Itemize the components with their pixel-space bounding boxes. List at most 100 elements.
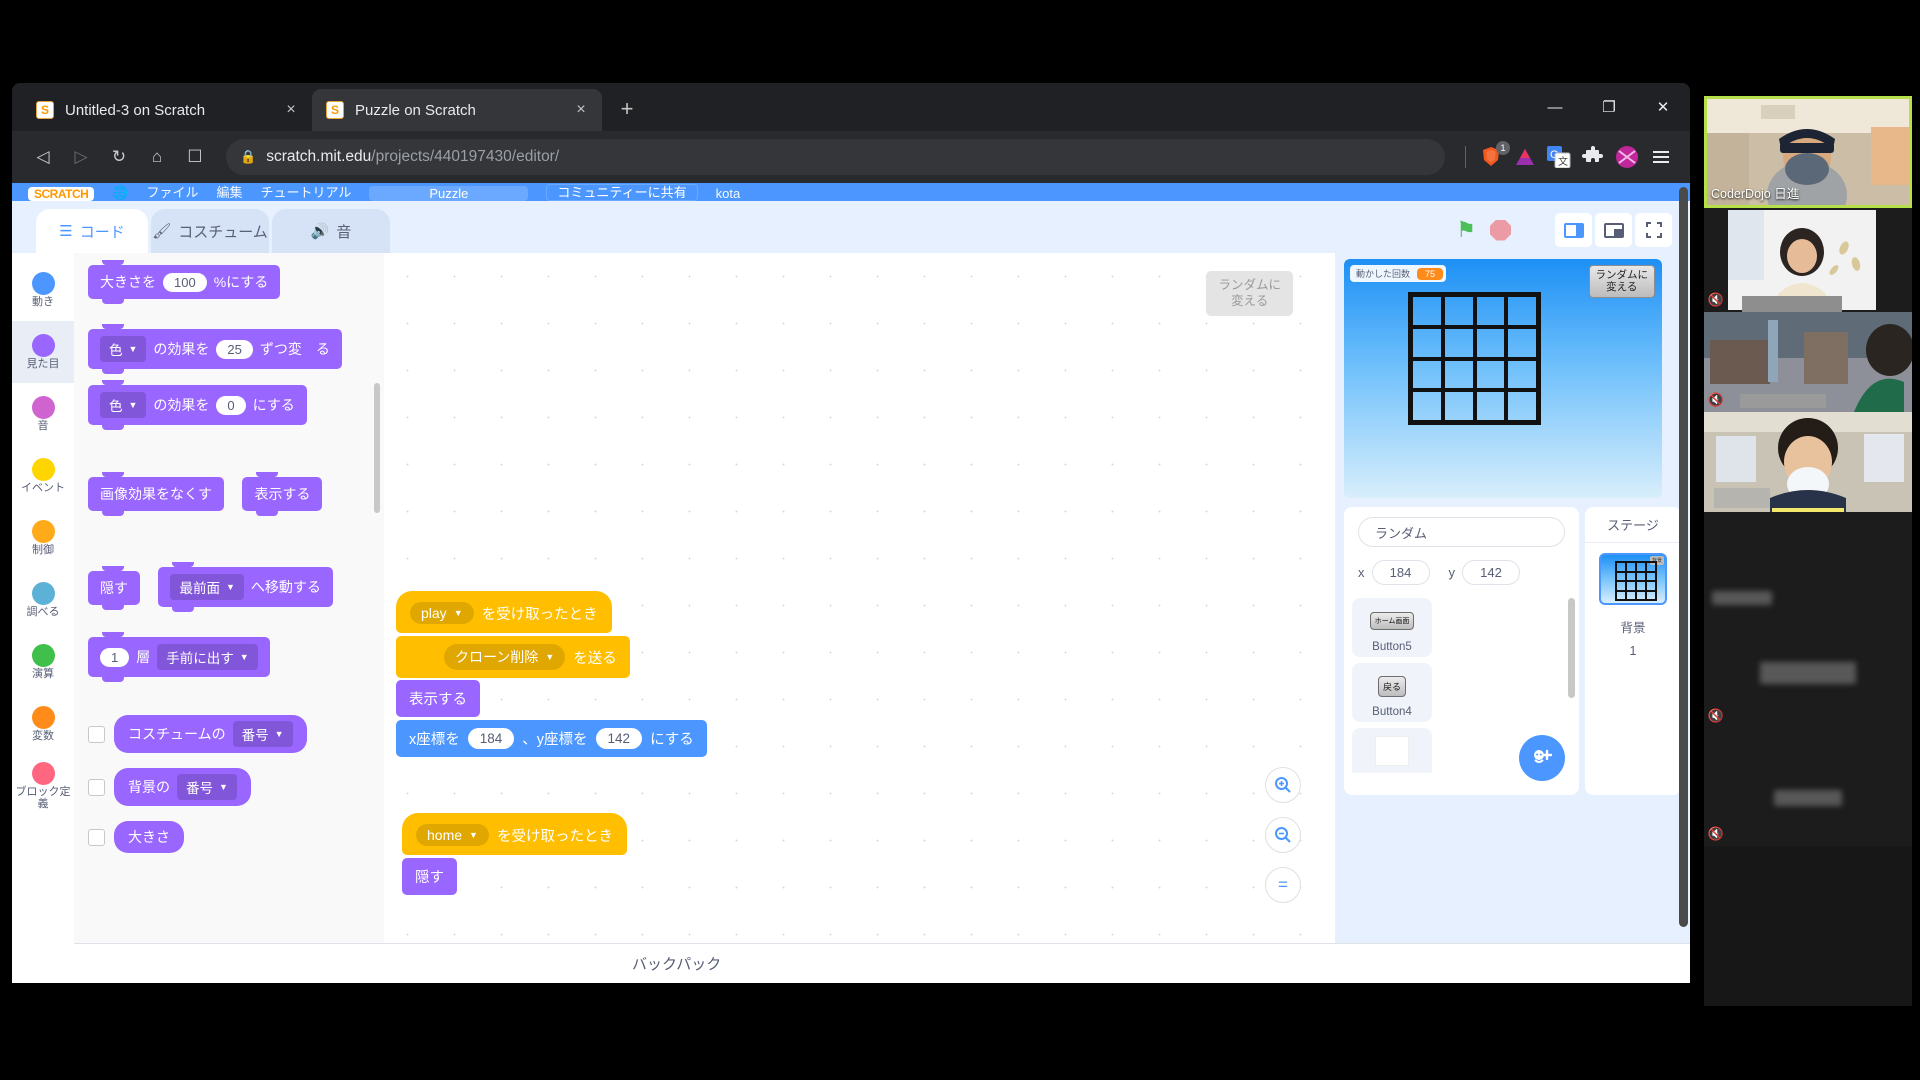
- add-sprite-icon[interactable]: [1519, 735, 1565, 781]
- block-input[interactable]: 0: [216, 395, 246, 415]
- user-menu[interactable]: kota: [716, 186, 741, 201]
- monitor-checkbox[interactable]: [88, 725, 105, 743]
- tab-sounds[interactable]: 🔊 音: [272, 209, 390, 253]
- block-when-receive-play[interactable]: play ▼ を受け取ったとき: [396, 591, 612, 633]
- video-tile-active-speaker[interactable]: CoderDojo 日進: [1704, 96, 1912, 208]
- palette-block-backdrop-number[interactable]: 背景の 番号 ▼: [114, 768, 251, 806]
- brave-shields-icon[interactable]: 1: [1476, 141, 1510, 172]
- zoom-in-button[interactable]: [1265, 767, 1301, 803]
- block-dropdown[interactable]: 番号 ▼: [177, 774, 237, 800]
- block-dropdown[interactable]: home ▼: [416, 824, 489, 846]
- code-workspace[interactable]: ランダムに 変える play ▼ を受け取ったとき クローン削除 ▼ を送る 表…: [384, 253, 1335, 983]
- palette-block-clear-effects[interactable]: 画像効果をなくす: [88, 472, 224, 516]
- grid-cell[interactable]: [1411, 390, 1443, 422]
- menu-tutorials[interactable]: チュートリアル: [261, 183, 352, 201]
- backpack-bar[interactable]: バックパック: [12, 943, 1690, 983]
- grid-cell[interactable]: [1411, 295, 1443, 327]
- menu-file[interactable]: ファイル: [146, 183, 198, 201]
- category-looks[interactable]: 見た目: [12, 321, 74, 383]
- palette-block-change-effect[interactable]: 色 ▼ の効果を 25 ずつ変 る: [88, 324, 342, 374]
- tab-costumes[interactable]: 🖌 コスチューム: [151, 209, 269, 253]
- block-show[interactable]: 表示する: [396, 680, 480, 717]
- scratch-logo[interactable]: SCRATCH: [28, 187, 95, 201]
- grid-cell[interactable]: [1474, 326, 1507, 359]
- block-input[interactable]: 100: [163, 272, 207, 292]
- sprite-item-button4[interactable]: 戻る Button4: [1352, 663, 1432, 722]
- grid-cell[interactable]: [1442, 390, 1475, 422]
- grid-cell[interactable]: [1442, 295, 1475, 327]
- palette-block-set-size[interactable]: 大きさを 100 %にする: [88, 260, 281, 304]
- block-dropdown[interactable]: 色 ▼: [100, 392, 147, 418]
- palette-block-hide[interactable]: 隠す: [88, 566, 140, 610]
- monitor-checkbox[interactable]: [88, 828, 105, 846]
- sprite-name-input[interactable]: ランダム: [1358, 517, 1565, 547]
- browser-menu-icon[interactable]: [1646, 142, 1676, 172]
- monitor-checkbox[interactable]: [88, 778, 105, 796]
- category-events[interactable]: イベント: [12, 445, 74, 507]
- block-dropdown[interactable]: 色 ▼: [100, 336, 147, 362]
- block-set-xy[interactable]: x座標を 184 、y座標を 142 にする: [396, 720, 707, 757]
- category-my-blocks[interactable]: ブロック定義: [12, 755, 74, 817]
- page-scrollbar[interactable]: [1679, 187, 1688, 927]
- brave-rewards-icon[interactable]: [1510, 142, 1540, 172]
- grid-cell[interactable]: [1506, 390, 1538, 422]
- grid-cell[interactable]: [1442, 358, 1475, 391]
- block-dropdown[interactable]: 番号 ▼: [232, 721, 293, 747]
- sprite-list-scrollbar[interactable]: [1568, 598, 1575, 698]
- home-icon[interactable]: ⌂: [140, 140, 174, 174]
- category-operators[interactable]: 演算: [12, 631, 74, 693]
- stage-randomize-button[interactable]: ランダムに 変える: [1588, 265, 1655, 298]
- video-tile-7[interactable]: 🔇: [1704, 728, 1912, 846]
- grid-cell[interactable]: [1474, 390, 1507, 422]
- extensions-puzzle-icon[interactable]: [1578, 142, 1608, 172]
- category-variables[interactable]: 変数: [12, 693, 74, 755]
- block-input-y[interactable]: 142: [595, 728, 643, 749]
- fullscreen-icon[interactable]: [1635, 213, 1672, 247]
- block-hide[interactable]: 隠す: [402, 858, 457, 895]
- project-name-input[interactable]: Puzzle: [369, 186, 529, 201]
- close-icon[interactable]: ×: [280, 99, 302, 121]
- green-flag-icon[interactable]: ⚑: [1456, 217, 1476, 243]
- close-window-icon[interactable]: ✕: [1636, 83, 1690, 131]
- backdrop-thumbnail[interactable]: 背景: [1599, 553, 1667, 605]
- grid-cell[interactable]: [1442, 326, 1475, 359]
- tab-code[interactable]: ☰ コード: [36, 209, 148, 253]
- google-translate-icon[interactable]: G 文: [1544, 142, 1574, 172]
- zoom-reset-button[interactable]: =: [1265, 867, 1301, 903]
- block-input[interactable]: 25: [216, 339, 253, 359]
- grid-cell[interactable]: [1506, 295, 1538, 327]
- zoom-out-button[interactable]: [1265, 817, 1301, 853]
- sprite-item-sprite[interactable]: スプライ...: [1352, 728, 1432, 773]
- palette-block-size[interactable]: 大きさ: [114, 821, 184, 853]
- palette-block-costume-number[interactable]: コスチュームの 番号 ▼: [114, 715, 307, 753]
- reload-icon[interactable]: ↻: [102, 140, 136, 174]
- category-motion[interactable]: 動き: [12, 259, 74, 321]
- palette-scrollbar[interactable]: [374, 383, 380, 513]
- category-sound[interactable]: 音: [12, 383, 74, 445]
- block-dropdown[interactable]: クローン削除 ▼: [444, 644, 566, 670]
- palette-block-show[interactable]: 表示する: [242, 472, 323, 516]
- variable-monitor[interactable]: 動かした回数 75: [1350, 265, 1447, 282]
- maximize-icon[interactable]: ❐: [1582, 83, 1636, 131]
- forward-icon[interactable]: ▷: [64, 140, 98, 174]
- block-dropdown[interactable]: 手前に出す ▼: [157, 644, 258, 670]
- category-control[interactable]: 制御: [12, 507, 74, 569]
- share-community-button[interactable]: コミュニティーに共有: [546, 184, 698, 201]
- close-icon[interactable]: ×: [570, 99, 592, 121]
- palette-block-go-to-layer[interactable]: 最前面 ▼ へ移動する: [158, 562, 333, 612]
- block-when-receive-home[interactable]: home ▼ を受け取ったとき: [402, 813, 627, 855]
- sprite-item-button5[interactable]: ホーム画面 Button5: [1352, 598, 1432, 657]
- video-tile-3[interactable]: 🔇: [1704, 312, 1912, 412]
- grid-cell[interactable]: [1411, 326, 1443, 359]
- new-tab-button[interactable]: +: [610, 93, 644, 127]
- palette-block-change-layer[interactable]: 1 層 手前に出す ▼: [88, 632, 270, 682]
- video-tile-6[interactable]: 🔇: [1704, 610, 1912, 728]
- grid-cell[interactable]: [1411, 358, 1443, 391]
- grid-cell[interactable]: [1506, 358, 1538, 391]
- grid-cell[interactable]: [1474, 295, 1507, 327]
- palette-block-set-effect[interactable]: 色 ▼ の効果を 0 にする: [88, 380, 307, 430]
- puzzle-grid[interactable]: [1408, 292, 1541, 425]
- video-tile-5[interactable]: [1704, 512, 1912, 610]
- x-input[interactable]: 184: [1371, 560, 1430, 585]
- video-tile-2[interactable]: 🔇: [1704, 208, 1912, 312]
